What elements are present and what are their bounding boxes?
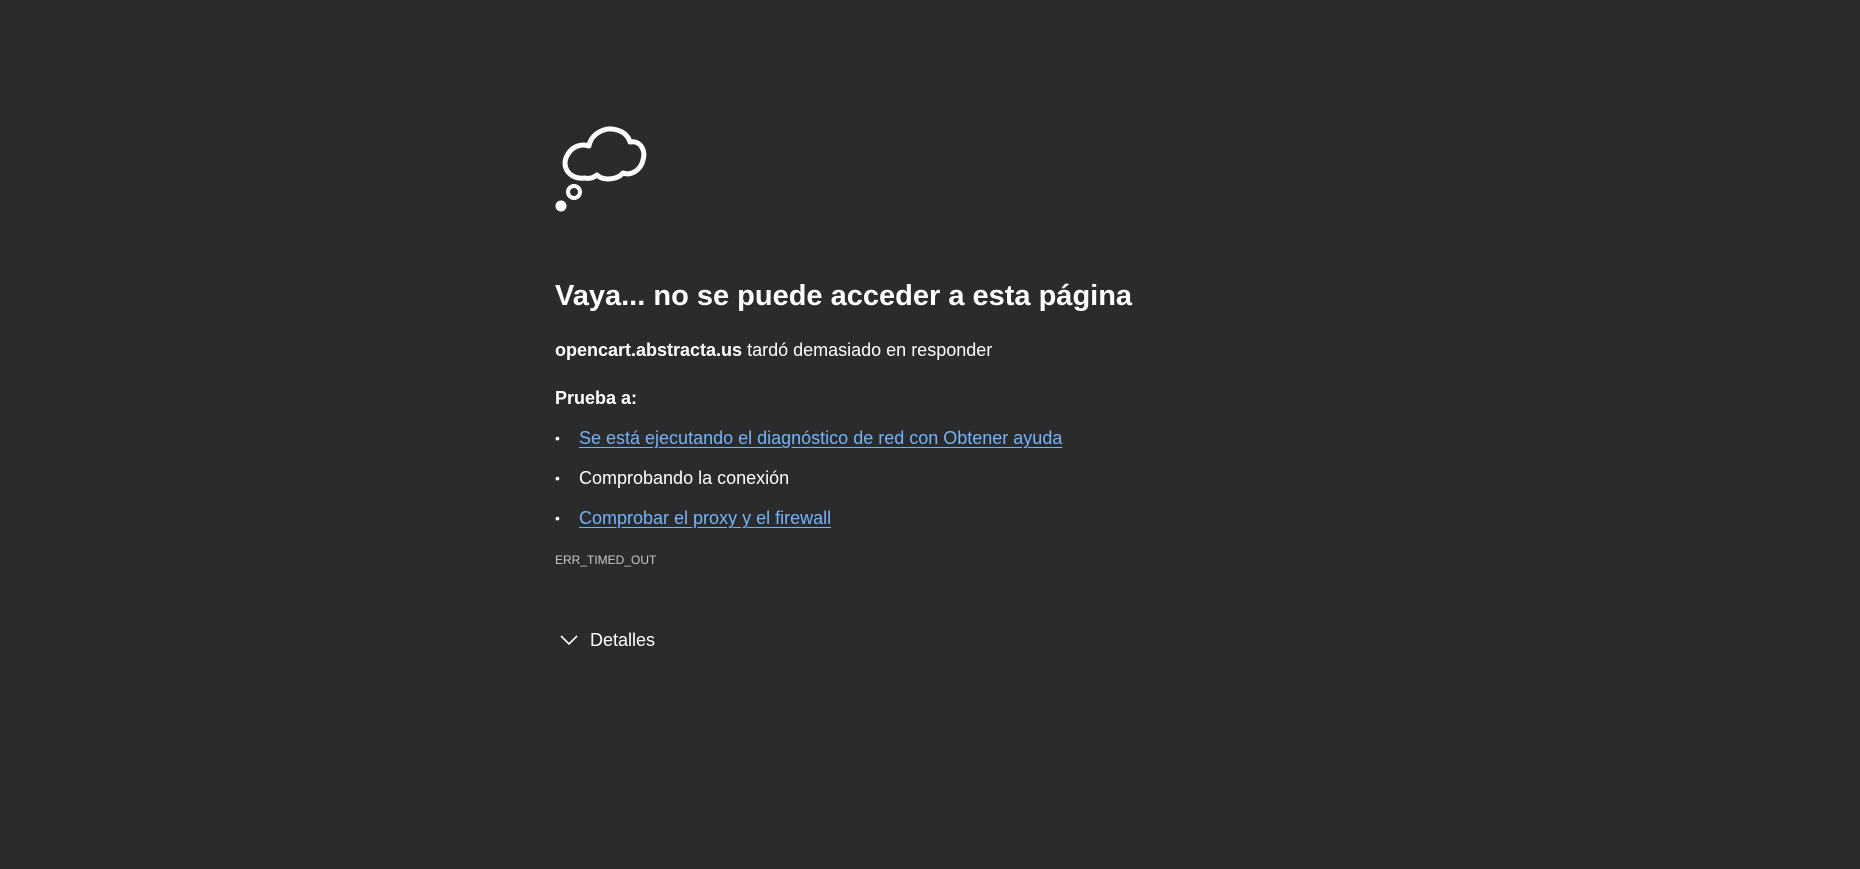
bullet: • [555,510,560,526]
error-page: Vaya... no se puede acceder a esta págin… [0,0,1860,869]
bullet: • [555,470,560,486]
error-code: ERR_TIMED_OUT [555,553,657,567]
check-connection-text: Comprobando la conexión [579,468,790,488]
host-message: tardó demasiado en responder [742,340,993,360]
error-content: Vaya... no se puede acceder a esta págin… [555,118,1455,652]
suggestion-list: • Se está ejecutando el diagnóstico de r… [555,426,1455,530]
network-diagnostics-link[interactable]: Se está ejecutando el diagnóstico de red… [579,428,1062,448]
list-item: • Comprobando la conexión [555,466,1455,490]
host-name: opencart.abstracta.us [555,340,743,360]
details-button[interactable]: Detalles [555,628,665,652]
details-label: Detalles [590,630,656,650]
page-title: Vaya... no se puede acceder a esta págin… [555,280,1133,312]
chevron-down-icon [560,635,578,646]
error-description: opencart.abstracta.us tardó demasiado en… [555,338,1455,362]
list-item: • Comprobar el proxy y el firewall [555,506,1455,530]
list-item: • Se está ejecutando el diagnóstico de r… [555,426,1455,450]
proxy-firewall-link[interactable]: Comprobar el proxy y el firewall [579,508,831,528]
try-heading: Prueba a: [555,388,638,408]
bullet: • [555,430,560,446]
thought-cloud-icon [555,126,647,212]
